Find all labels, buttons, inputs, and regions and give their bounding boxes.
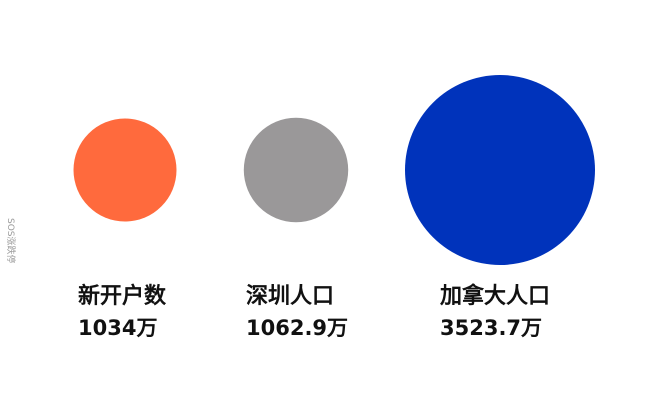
- bubble-2: [405, 75, 595, 265]
- bubble-value-1: 1062.9万: [246, 316, 348, 340]
- watermark-text: SOS涨跌停: [5, 218, 17, 264]
- bubble-label-1: 深圳人口: [246, 284, 334, 309]
- bubbles-group: [73, 75, 595, 265]
- labels-group: 新开户数 1034万 深圳人口 1062.9万 加拿大人口 3523.7万: [78, 283, 550, 340]
- bubble-value-0: 1034万: [78, 316, 157, 340]
- bubble-0: [73, 118, 177, 222]
- bubble-value-2: 3523.7万: [440, 316, 542, 340]
- bubble-chart: 新开户数 1034万 深圳人口 1062.9万 加拿大人口 3523.7万 SOS涨跌停: [5, 75, 595, 340]
- bubble-1: [243, 117, 349, 223]
- bubble-label-2: 加拿大人口: [439, 283, 550, 309]
- bubble-label-0: 新开户数: [78, 283, 167, 309]
